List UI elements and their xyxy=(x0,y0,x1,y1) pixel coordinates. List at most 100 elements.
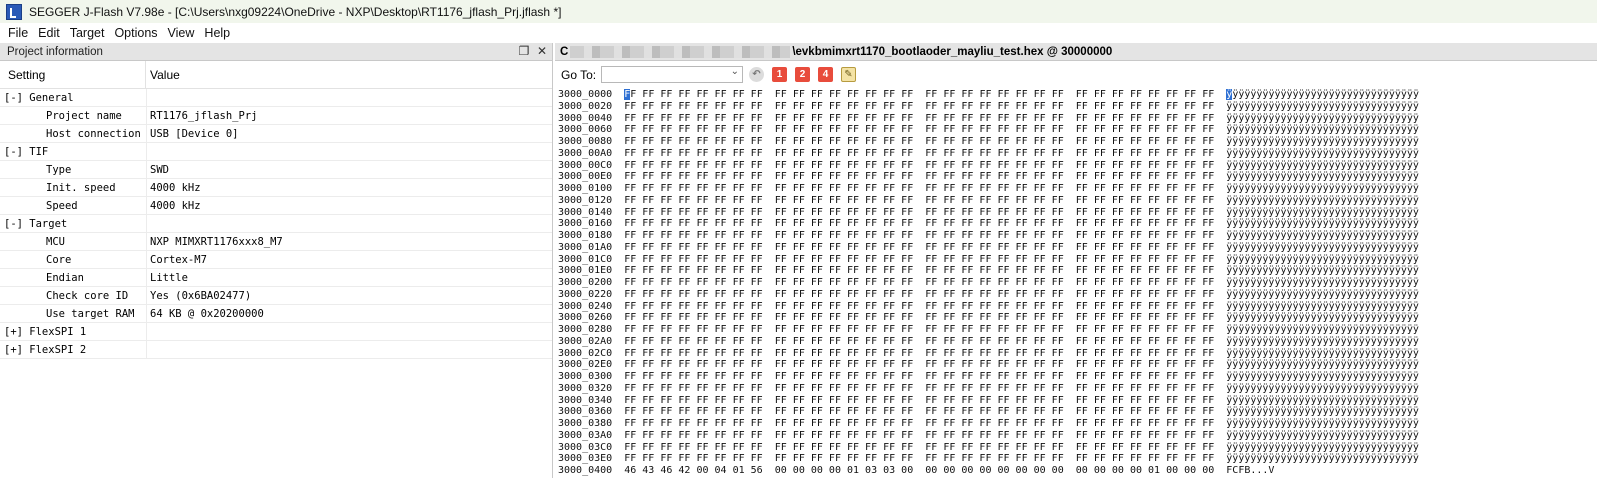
hex-line[interactable]: 3000_0220 FF FF FF FF FF FF FF FF FF FF … xyxy=(558,289,1597,301)
edit-note-icon[interactable]: ✎ xyxy=(841,67,856,82)
settings-row[interactable]: Check core ID Yes (0x6BA02477) xyxy=(0,287,552,305)
setting-key: [-] Target xyxy=(0,215,147,232)
setting-key: [-] General xyxy=(0,89,147,106)
setting-key: [+] FlexSPI 2 xyxy=(0,341,147,358)
menu-options[interactable]: Options xyxy=(109,26,162,40)
settings-row[interactable]: Core Cortex-M7 xyxy=(0,251,552,269)
hex-line[interactable]: 3000_0300 FF FF FF FF FF FF FF FF FF FF … xyxy=(558,371,1597,383)
setting-key: Init. speed xyxy=(0,179,147,196)
hex-line[interactable]: 3000_0120 FF FF FF FF FF FF FF FF FF FF … xyxy=(558,195,1597,207)
hex-bytes: F FF FF FF FF FF FF FF FF FF FF FF FF FF… xyxy=(630,89,1227,100)
hex-line[interactable]: 3000_03C0 FF FF FF FF FF FF FF FF FF FF … xyxy=(558,442,1597,454)
settings-group-row[interactable]: [-] TIF xyxy=(0,143,552,161)
setting-value: Yes (0x6BA02477) xyxy=(150,289,252,302)
hex-line[interactable]: 3000_0060 FF FF FF FF FF FF FF FF FF FF … xyxy=(558,124,1597,136)
hex-line[interactable]: 3000_0080 FF FF FF FF FF FF FF FF FF FF … xyxy=(558,136,1597,148)
view-1-byte-button[interactable]: 1 xyxy=(772,67,787,82)
hex-line-last[interactable]: 3000_0400 46 43 46 42 00 04 01 56 00 00 … xyxy=(558,465,1597,477)
hex-file-header: C \evkbmimxrt1170_bootlaoder_mayliu_test… xyxy=(555,43,1597,61)
setting-key: MCU xyxy=(0,233,147,250)
setting-key: [+] FlexSPI 1 xyxy=(0,323,147,340)
setting-value xyxy=(147,341,150,358)
hex-line[interactable]: 3000_0020 FF FF FF FF FF FF FF FF FF FF … xyxy=(558,101,1597,113)
title-bar: SEGGER J-Flash V7.98e - [C:\Users\nxg092… xyxy=(0,0,1597,23)
setting-value: RT1176_jflash_Prj xyxy=(150,109,258,122)
window-title: SEGGER J-Flash V7.98e - [C:\Users\nxg092… xyxy=(29,4,562,19)
settings-group-row[interactable]: [-] Target xyxy=(0,215,552,233)
menu-edit[interactable]: Edit xyxy=(33,26,65,40)
setting-value: Little xyxy=(150,271,188,284)
settings-group-row[interactable]: [+] FlexSPI 1 xyxy=(0,323,552,341)
setting-key: Host connection xyxy=(0,125,147,142)
file-path-prefix: C xyxy=(560,45,569,58)
restore-panel-icon[interactable]: ❐ xyxy=(517,44,531,58)
hex-line[interactable]: 3000_03E0 FF FF FF FF FF FF FF FF FF FF … xyxy=(558,453,1597,465)
hex-address: 3000_0000 xyxy=(558,89,625,100)
goto-label: Go To: xyxy=(561,67,597,82)
setting-value: 4000 kHz xyxy=(150,199,201,212)
setting-value xyxy=(147,143,150,160)
menu-file[interactable]: File xyxy=(0,26,33,40)
settings-row[interactable]: Endian Little xyxy=(0,269,552,287)
view-4-byte-button[interactable]: 4 xyxy=(818,67,833,82)
view-2-byte-button[interactable]: 2 xyxy=(795,67,810,82)
hex-view-panel: C \evkbmimxrt1170_bootlaoder_mayliu_test… xyxy=(555,43,1597,478)
hex-dump[interactable]: 3000_0000 FF FF FF FF FF FF FF FF FF FF … xyxy=(558,89,1597,478)
hex-line[interactable]: 3000_01E0 FF FF FF FF FF FF FF FF FF FF … xyxy=(558,265,1597,277)
hex-line[interactable]: 3000_03A0 FF FF FF FF FF FF FF FF FF FF … xyxy=(558,430,1597,442)
setting-key: [-] TIF xyxy=(0,143,147,160)
settings-row[interactable]: Init. speed 4000 kHz xyxy=(0,179,552,197)
hex-line[interactable]: 3000_0340 FF FF FF FF FF FF FF FF FF FF … xyxy=(558,395,1597,407)
hex-line[interactable]: 3000_01A0 FF FF FF FF FF FF FF FF FF FF … xyxy=(558,242,1597,254)
hex-line[interactable]: 3000_0200 FF FF FF FF FF FF FF FF FF FF … xyxy=(558,277,1597,289)
hex-line[interactable]: 3000_00E0 FF FF FF FF FF FF FF FF FF FF … xyxy=(558,171,1597,183)
hex-line[interactable]: 3000_0240 FF FF FF FF FF FF FF FF FF FF … xyxy=(558,301,1597,313)
hex-line[interactable]: 3000_0280 FF FF FF FF FF FF FF FF FF FF … xyxy=(558,324,1597,336)
hex-line[interactable]: 3000_0180 FF FF FF FF FF FF FF FF FF FF … xyxy=(558,230,1597,242)
settings-row[interactable]: Project name RT1176_jflash_Prj xyxy=(0,107,552,125)
hex-line[interactable]: 3000_02C0 FF FF FF FF FF FF FF FF FF FF … xyxy=(558,348,1597,360)
settings-row[interactable]: MCU NXP MIMXRT1176xxx8_M7 xyxy=(0,233,552,251)
settings-row[interactable]: Type SWD xyxy=(0,161,552,179)
column-setting[interactable]: Setting xyxy=(0,61,146,88)
hex-ascii: ÿÿÿÿÿÿÿÿÿÿÿÿÿÿÿÿÿÿÿÿÿÿÿÿÿÿÿÿÿÿÿ xyxy=(1232,89,1419,100)
hex-line[interactable]: 3000_0260 FF FF FF FF FF FF FF FF FF FF … xyxy=(558,312,1597,324)
hex-line[interactable]: 3000_0100 FF FF FF FF FF FF FF FF FF FF … xyxy=(558,183,1597,195)
menu-help[interactable]: Help xyxy=(199,26,235,40)
hex-line[interactable]: 3000_02E0 FF FF FF FF FF FF FF FF FF FF … xyxy=(558,359,1597,371)
menu-target[interactable]: Target xyxy=(65,26,110,40)
hex-line[interactable]: 3000_00A0 FF FF FF FF FF FF FF FF FF FF … xyxy=(558,148,1597,160)
goto-address-combo[interactable]: ⌄ xyxy=(601,66,743,83)
hex-line[interactable]: 3000_0040 FF FF FF FF FF FF FF FF FF FF … xyxy=(558,113,1597,125)
hex-line[interactable]: 3000_0160 FF FF FF FF FF FF FF FF FF FF … xyxy=(558,218,1597,230)
goto-toolbar: Go To: ⌄ ↶ 1 2 4 ✎ xyxy=(555,61,1597,88)
undo-icon[interactable]: ↶ xyxy=(749,67,764,82)
settings-row[interactable]: Use target RAM 64 KB @ 0x20200000 xyxy=(0,305,552,323)
setting-key: Core xyxy=(0,251,147,268)
settings-row[interactable]: Host connection USB [Device 0] xyxy=(0,125,552,143)
panel-header: Project information ❐ ✕ xyxy=(0,43,552,61)
setting-value xyxy=(147,215,150,232)
settings-rows: [-] General Project name RT1176_jflash_Prj… xyxy=(0,89,552,359)
hex-line[interactable]: 3000_0140 FF FF FF FF FF FF FF FF FF FF … xyxy=(558,207,1597,219)
hex-line[interactable]: 3000_00C0 FF FF FF FF FF FF FF FF FF FF … xyxy=(558,160,1597,172)
menu-view[interactable]: View xyxy=(163,26,200,40)
hex-line[interactable]: 3000_0380 FF FF FF FF FF FF FF FF FF FF … xyxy=(558,418,1597,430)
hex-line[interactable]: 3000_01C0 FF FF FF FF FF FF FF FF FF FF … xyxy=(558,254,1597,266)
settings-row[interactable]: Speed 4000 kHz xyxy=(0,197,552,215)
close-panel-icon[interactable]: ✕ xyxy=(535,44,549,58)
redacted-path xyxy=(570,45,791,58)
hex-line[interactable]: 3000_0320 FF FF FF FF FF FF FF FF FF FF … xyxy=(558,383,1597,395)
settings-group-row[interactable]: [-] General xyxy=(0,89,552,107)
chevron-down-icon[interactable]: ⌄ xyxy=(731,66,739,77)
hex-line[interactable]: 3000_0360 FF FF FF FF FF FF FF FF FF FF … xyxy=(558,406,1597,418)
setting-value xyxy=(147,89,150,106)
hex-line[interactable]: 3000_02A0 FF FF FF FF FF FF FF FF FF FF … xyxy=(558,336,1597,348)
settings-table-header: Setting Value xyxy=(0,61,552,89)
setting-value: 4000 kHz xyxy=(150,181,201,194)
column-value[interactable]: Value xyxy=(146,68,180,82)
setting-value: NXP MIMXRT1176xxx8_M7 xyxy=(150,235,283,248)
setting-value: USB [Device 0] xyxy=(150,127,239,140)
hex-line[interactable]: 3000_0000 FF FF FF FF FF FF FF FF FF FF … xyxy=(558,89,1597,101)
settings-group-row[interactable]: [+] FlexSPI 2 xyxy=(0,341,552,359)
